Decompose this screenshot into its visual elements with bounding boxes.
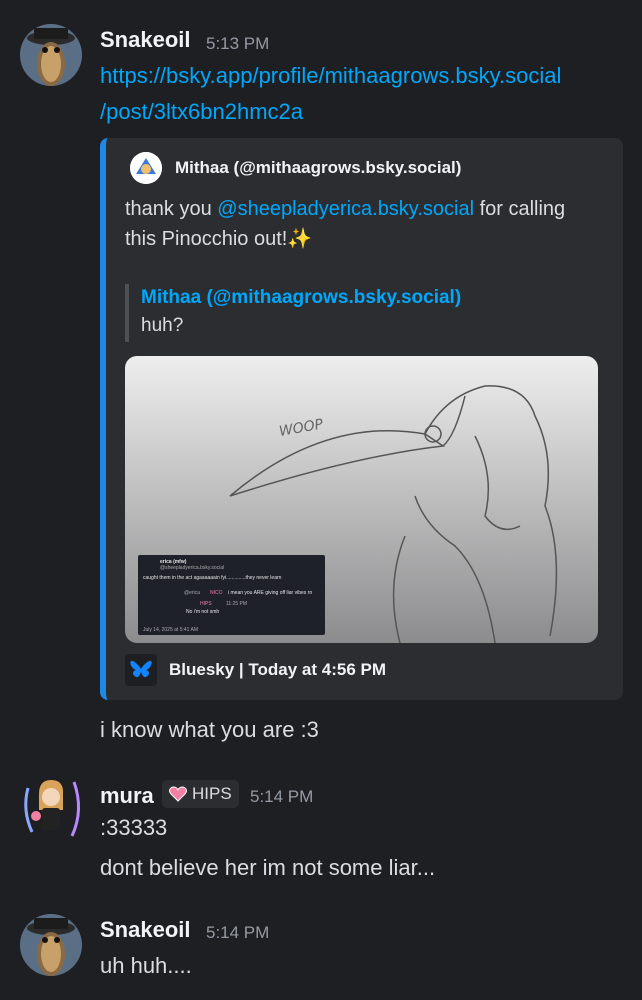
embed-author-name: Mithaa (@mithaagrows.bsky.social) xyxy=(175,158,462,177)
mention-link[interactable]: @sheepladyerica.bsky.social xyxy=(217,198,474,220)
inset-body: caught them in the act agaaaaaain fyi...… xyxy=(143,575,282,581)
quoted-post: Mithaa (@mithaagrows.bsky.social) huh? xyxy=(125,284,461,342)
screenshot-inset: erica (mfw) @sheepladyerica.bsky.social … xyxy=(138,555,325,635)
inset-nested-time: 11:25 PM xyxy=(226,601,248,607)
message-text: :33333 xyxy=(100,815,168,840)
badge-label: HIPS xyxy=(192,784,232,803)
quote-text: huh? xyxy=(141,315,184,336)
avatar-snakeoil[interactable] xyxy=(20,24,82,86)
author-name[interactable]: mura xyxy=(100,783,154,809)
inset-reply-text: i mean you ARE giving off liar vibes rn xyxy=(228,590,313,596)
author-name[interactable]: Snakeoil xyxy=(100,917,190,943)
link-embed: Mithaa (@mithaagrows.bsky.social) thank … xyxy=(100,138,623,700)
avatar-snakeoil[interactable] xyxy=(20,914,82,976)
message-text: i know what you are :3 xyxy=(100,717,319,742)
timestamp: 5:14 PM xyxy=(206,923,270,942)
embed-footer: Bluesky | Today at 4:56 PM xyxy=(125,654,386,686)
message-text: uh huh.... xyxy=(100,953,192,978)
author-name[interactable]: Snakeoil xyxy=(100,27,190,53)
message-text: dont believe her im not some liar... xyxy=(100,855,436,880)
desc-text-post: for calling xyxy=(474,198,566,220)
role-badge[interactable]: HIPS xyxy=(162,780,239,808)
embed-footer-text: Bluesky | Today at 4:56 PM xyxy=(169,660,387,679)
inset-nested-text: No i'm not smh xyxy=(186,609,220,615)
embed-author[interactable]: Mithaa (@mithaagrows.bsky.social) xyxy=(130,152,461,184)
embed-author-avatar xyxy=(130,152,162,184)
timestamp: 5:14 PM xyxy=(250,787,314,806)
quote-title[interactable]: Mithaa (@mithaagrows.bsky.social) xyxy=(141,284,461,312)
post-link[interactable]: https://bsky.app/profile/mithaagrows.bsk… xyxy=(100,58,561,94)
inset-handle: @sheepladyerica.bsky.social xyxy=(160,565,225,571)
embed-description: thank you @sheepladyerica.bsky.social fo… xyxy=(125,194,605,254)
inset-nested-tag: HIPS xyxy=(200,601,212,607)
heart-icon xyxy=(169,786,187,802)
bluesky-icon xyxy=(125,654,157,686)
inset-reply-user: @erica xyxy=(184,590,200,596)
desc-text: thank you xyxy=(125,198,218,220)
post-link-continued[interactable]: /post/3ltx6bn2hmc2a xyxy=(100,94,561,130)
embed-image[interactable]: WOOP erica (mfw) @sheepladyerica.bsky.so… xyxy=(125,356,598,643)
desc-line-2: this Pinocchio out!✨ xyxy=(125,228,313,250)
inset-date: July 14, 2025 at 5:41 AM xyxy=(143,627,199,633)
drawing-text: WOOP xyxy=(278,416,325,440)
timestamp: 5:13 PM xyxy=(206,34,270,53)
avatar-mura[interactable] xyxy=(14,770,88,844)
inset-reply-tag: NICO xyxy=(210,590,223,596)
